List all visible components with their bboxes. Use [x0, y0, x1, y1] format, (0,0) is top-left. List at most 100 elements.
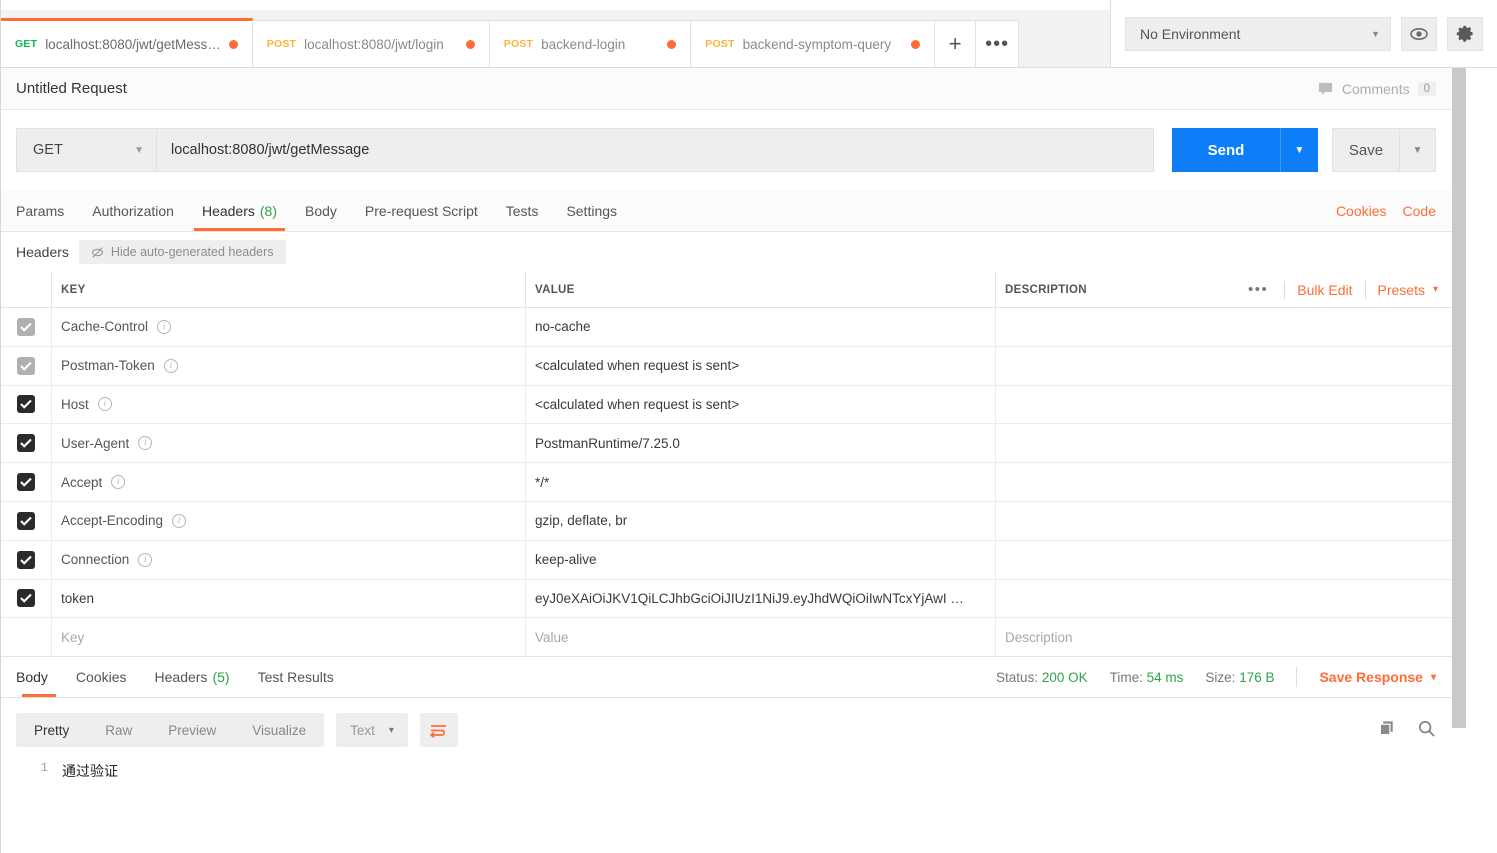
search-button[interactable]	[1417, 719, 1436, 741]
header-value-cell[interactable]: <calculated when request is sent>	[526, 385, 996, 424]
header-key-cell[interactable]: Host i	[52, 385, 526, 424]
row-checkbox-cell[interactable]	[0, 579, 52, 618]
header-key-cell[interactable]: Accept i	[52, 463, 526, 501]
header-key-cell[interactable]: User-Agent i	[52, 424, 526, 463]
header-value-cell[interactable]: eyJ0eXAiOiJKV1QiLCJhbGciOiJIUzI1NiJ9.eyJ…	[526, 579, 996, 618]
checkbox-checked[interactable]	[16, 473, 35, 492]
header-key-cell[interactable]: Connection i	[52, 540, 526, 579]
info-icon[interactable]: i	[172, 513, 187, 528]
new-header-description-input[interactable]: Description	[996, 618, 1452, 656]
header-description-cell[interactable]	[996, 580, 1452, 618]
divider	[1284, 280, 1286, 299]
response-format-selector[interactable]: Text ▾	[336, 713, 408, 747]
view-mode-pretty[interactable]: Pretty	[16, 713, 87, 747]
response-tab-test-results[interactable]: Test Results	[244, 657, 348, 697]
info-icon[interactable]: i	[138, 436, 153, 451]
request-tab-1-label: localhost:8080/jwt/getMess…	[45, 36, 221, 52]
save-options-button[interactable]: ▼	[1400, 128, 1436, 172]
header-description-cell[interactable]	[996, 347, 1452, 385]
response-tab-headers[interactable]: Headers (5)	[141, 657, 244, 697]
tab-authorization-label: Authorization	[92, 202, 174, 219]
select-all-cell[interactable]	[0, 272, 52, 307]
tab-headers[interactable]: Headers (8)	[188, 190, 291, 231]
header-value-cell[interactable]: keep-alive	[526, 540, 996, 579]
header-value-cell[interactable]: <calculated when request is sent>	[526, 346, 996, 385]
header-description-cell[interactable]	[996, 541, 1452, 579]
header-description-cell[interactable]	[996, 424, 1452, 462]
new-tab-button[interactable]: +	[934, 20, 977, 67]
save-button[interactable]: Save	[1332, 128, 1400, 172]
response-tab-body[interactable]: Body	[16, 657, 62, 697]
checkbox-checked[interactable]	[16, 395, 35, 414]
tab-authorization[interactable]: Authorization	[78, 190, 188, 231]
tab-settings[interactable]: Settings	[552, 190, 631, 231]
presets-button[interactable]: Presets	[1378, 282, 1425, 298]
info-icon[interactable]: i	[163, 358, 178, 373]
checkbox-checked[interactable]	[16, 434, 35, 453]
header-key-cell[interactable]: Cache-Control i	[52, 308, 526, 346]
settings-button[interactable]	[1447, 16, 1483, 51]
header-value-cell[interactable]: gzip, deflate, br	[526, 501, 996, 540]
header-key-cell[interactable]: token	[52, 579, 526, 618]
header-key-cell[interactable]: Postman-Token i	[52, 346, 526, 385]
send-button[interactable]: Send	[1172, 128, 1280, 172]
header-description-cell[interactable]	[996, 463, 1452, 501]
request-tab-2[interactable]: POST localhost:8080/jwt/login	[251, 20, 490, 67]
view-mode-visualize[interactable]: Visualize	[234, 713, 324, 747]
http-method-selector[interactable]: GET ▼	[16, 128, 157, 172]
wrap-lines-button[interactable]	[419, 713, 458, 747]
row-checkbox-cell[interactable]	[0, 385, 52, 424]
row-checkbox-cell[interactable]	[0, 540, 52, 579]
tab-tests[interactable]: Tests	[492, 190, 553, 231]
response-tab-cookies[interactable]: Cookies	[62, 657, 141, 697]
view-mode-preview[interactable]: Preview	[150, 713, 234, 747]
header-value-cell[interactable]: PostmanRuntime/7.25.0	[526, 424, 996, 463]
info-icon[interactable]: i	[111, 475, 126, 490]
comments-button[interactable]: Comments 0	[1317, 81, 1436, 97]
info-icon[interactable]: i	[97, 397, 112, 412]
header-description-cell[interactable]	[996, 386, 1452, 424]
view-mode-raw[interactable]: Raw	[87, 713, 150, 747]
new-header-key-input[interactable]: Key	[52, 618, 526, 657]
request-tab-4[interactable]: POST backend-symptom-query	[690, 20, 936, 67]
header-value-cell[interactable]: no-cache	[526, 308, 996, 346]
tab-params[interactable]: Params	[16, 190, 78, 231]
environment-selector[interactable]: No Environment ▼	[1125, 16, 1391, 51]
tab-body[interactable]: Body	[291, 190, 351, 231]
table-more-options-button[interactable]: •••	[1244, 282, 1272, 297]
checkbox-checked[interactable]	[16, 511, 35, 530]
headers-table-header-row: KEY VALUE DESCRIPTION ••• Bulk Edit Pres…	[0, 272, 1452, 308]
row-checkbox-cell[interactable]	[0, 463, 52, 501]
presets-caret-icon[interactable]: ▾	[1433, 284, 1438, 295]
tab-options-button[interactable]: •••	[975, 20, 1020, 67]
new-header-value-input[interactable]: Value	[526, 618, 996, 657]
header-key-cell[interactable]: Accept-Encoding i	[52, 501, 526, 540]
copy-button[interactable]	[1378, 719, 1397, 741]
info-icon[interactable]: i	[138, 552, 153, 567]
row-checkbox-cell[interactable]	[0, 308, 52, 346]
vertical-scrollbar-thumb[interactable]	[1452, 68, 1466, 728]
save-response-button[interactable]: Save Response ▾	[1319, 669, 1436, 685]
checkbox-checked[interactable]	[16, 550, 35, 569]
header-description-cell[interactable]	[996, 308, 1452, 346]
hide-auto-generated-headers-button[interactable]: Hide auto-generated headers	[78, 240, 286, 264]
row-checkbox-cell[interactable]	[0, 346, 52, 385]
code-link[interactable]: Code	[1403, 203, 1436, 219]
request-tab-1[interactable]: GET localhost:8080/jwt/getMess…	[0, 18, 253, 67]
environment-quick-look-button[interactable]	[1401, 16, 1437, 51]
url-input[interactable]: localhost:8080/jwt/getMessage	[157, 128, 1154, 172]
send-options-button[interactable]: ▼	[1280, 128, 1318, 172]
header-description-cell[interactable]	[996, 502, 1452, 540]
bulk-edit-button[interactable]: Bulk Edit	[1297, 282, 1352, 298]
checkbox-checked-disabled[interactable]	[16, 317, 35, 336]
info-icon[interactable]: i	[157, 319, 172, 334]
checkbox-checked[interactable]	[16, 589, 35, 608]
checkbox-checked-disabled[interactable]	[16, 356, 35, 375]
row-checkbox-cell[interactable]	[0, 501, 52, 540]
cookies-link[interactable]: Cookies	[1336, 203, 1387, 219]
tab-pre-request-script[interactable]: Pre-request Script	[351, 190, 492, 231]
header-value-cell[interactable]: */*	[526, 463, 996, 501]
response-body-content[interactable]: 1 通过验证	[0, 755, 1497, 853]
row-checkbox-cell[interactable]	[0, 424, 52, 463]
request-tab-3[interactable]: POST backend-login	[488, 20, 692, 67]
